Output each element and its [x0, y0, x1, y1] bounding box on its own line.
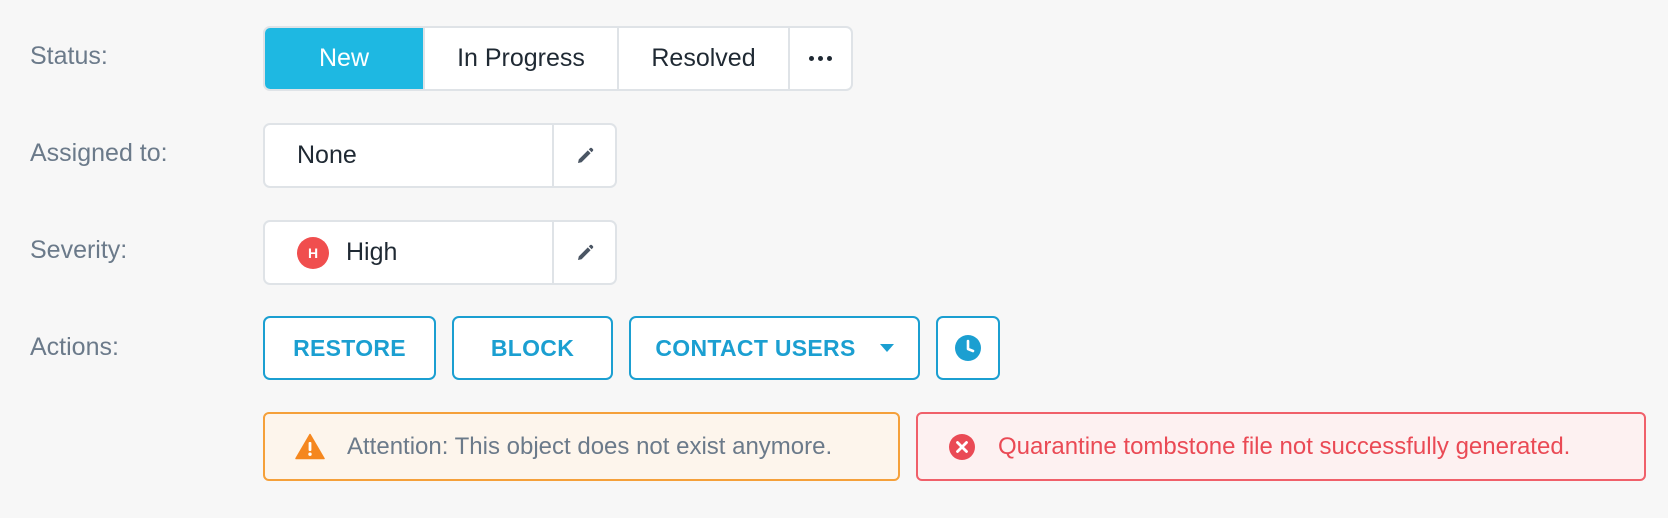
status-more-button[interactable]: [790, 28, 851, 89]
error-icon: [948, 433, 976, 461]
pencil-icon: [577, 147, 593, 163]
actions-label: Actions:: [30, 333, 119, 361]
status-segmented-control: New In Progress Resolved: [263, 26, 853, 91]
severity-value: H High: [265, 222, 554, 283]
error-alert: Quarantine tombstone file not successful…: [916, 412, 1646, 481]
severity-label: Severity:: [30, 236, 128, 264]
status-option-in-progress[interactable]: In Progress: [425, 28, 619, 89]
assignee-text: None: [297, 141, 357, 169]
contact-users-button[interactable]: CONTACT USERS: [629, 316, 920, 380]
warning-text: Attention: This object does not exist an…: [347, 432, 833, 460]
edit-severity-button[interactable]: [554, 222, 615, 283]
assigned-to-label: Assigned to:: [30, 139, 168, 167]
status-label: Status:: [30, 42, 108, 70]
warning-icon: [295, 433, 325, 460]
assignee-field: None: [263, 123, 617, 188]
caret-down-icon: [879, 344, 894, 352]
warning-alert: Attention: This object does not exist an…: [263, 412, 900, 481]
edit-assignee-button[interactable]: [554, 125, 615, 186]
status-option-resolved[interactable]: Resolved: [619, 28, 790, 89]
severity-field: H High: [263, 220, 617, 285]
clock-icon: [955, 335, 981, 361]
assignee-value: None: [265, 125, 554, 186]
error-text: Quarantine tombstone file not successful…: [998, 432, 1571, 460]
severity-high-badge: H: [297, 236, 329, 269]
restore-button[interactable]: RESTORE: [263, 316, 436, 380]
schedule-button[interactable]: [936, 316, 1000, 380]
status-option-new[interactable]: New: [265, 28, 425, 89]
contact-users-label: CONTACT USERS: [655, 334, 856, 361]
block-button[interactable]: BLOCK: [452, 316, 613, 380]
pencil-icon: [577, 244, 593, 260]
severity-text: High: [346, 238, 398, 266]
more-horizontal-icon: [809, 56, 832, 61]
